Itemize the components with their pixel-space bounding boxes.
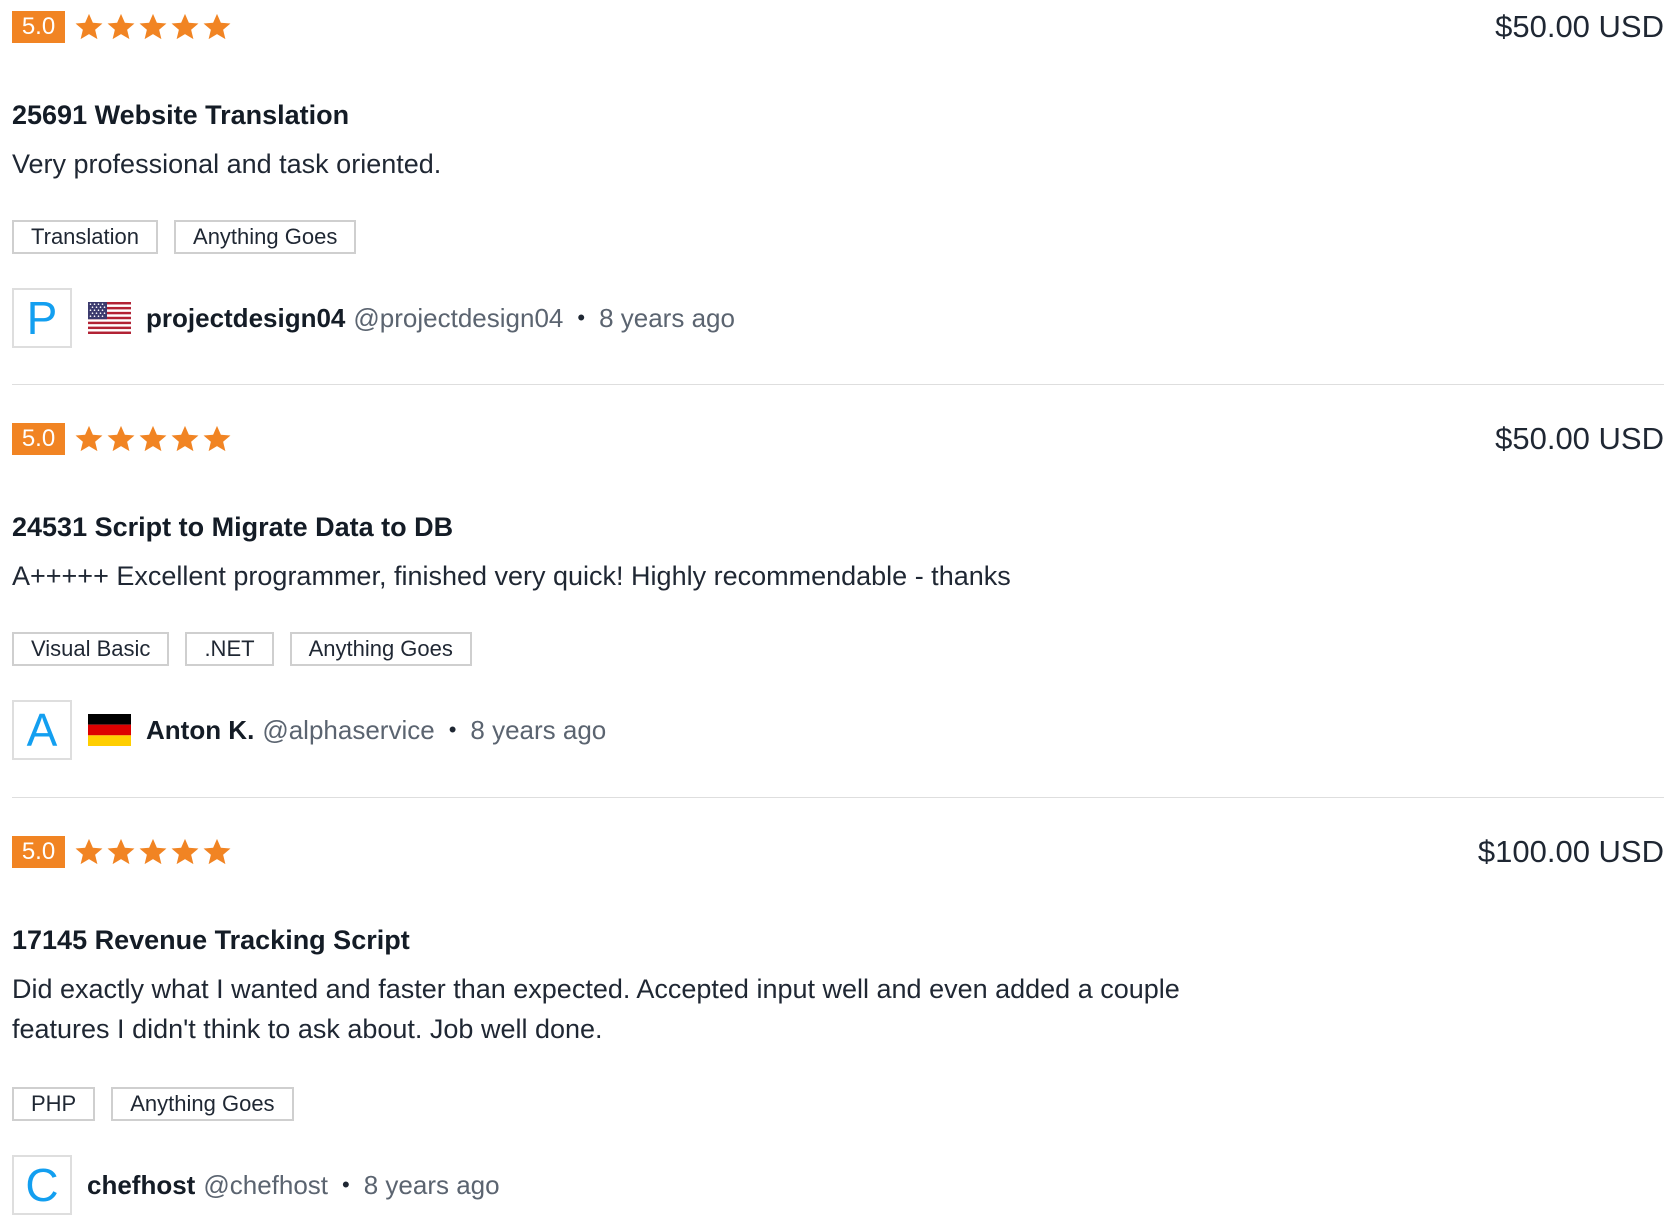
rating-score-badge: 5.0 xyxy=(12,423,65,455)
star-icon xyxy=(105,836,137,868)
reviewer-row: P projectdesign04 @projectdesign04 • 8 y… xyxy=(12,286,735,350)
project-price: $100.00 USD xyxy=(1477,834,1664,869)
review-card: 5.0 $50.00 USD 25691 Website Translation… xyxy=(12,9,1664,348)
separator-dot: • xyxy=(448,717,457,742)
skill-tag[interactable]: .NET xyxy=(185,632,274,666)
skill-tags: Translation Anything Goes xyxy=(12,220,372,254)
star-icon xyxy=(201,836,233,868)
skill-tags: Visual Basic .NET Anything Goes xyxy=(12,632,488,666)
project-title-link[interactable]: 24531 Script to Migrate Data to DB xyxy=(12,510,453,544)
germany-flag-icon xyxy=(88,714,131,746)
skill-tag[interactable]: Anything Goes xyxy=(111,1087,294,1121)
rating-row: 5.0 xyxy=(12,10,233,44)
reviewer-handle: @chefhost xyxy=(203,1169,329,1200)
star-rating xyxy=(73,836,233,868)
us-flag-icon xyxy=(88,302,131,334)
reviewer-row: A Anton K. @alphaservice • 8 years ago xyxy=(12,698,606,762)
separator-dot: • xyxy=(342,1172,350,1197)
reviewer-handle: @projectdesign04 xyxy=(353,302,564,333)
review-time: 8 years ago xyxy=(599,302,735,333)
star-icon xyxy=(73,423,105,455)
project-title-link[interactable]: 25691 Website Translation xyxy=(12,98,349,132)
reviewer-name-link[interactable]: projectdesign04 xyxy=(146,303,345,334)
review-card: 5.0 $50.00 USD 24531 Script to Migrate D… xyxy=(12,421,1664,760)
star-icon xyxy=(105,423,137,455)
star-icon xyxy=(169,423,201,455)
separator-dot: • xyxy=(577,305,586,330)
star-icon xyxy=(73,11,105,43)
rating-score-badge: 5.0 xyxy=(12,836,65,868)
star-icon xyxy=(201,11,233,43)
star-icon xyxy=(105,11,137,43)
skill-tag[interactable]: Translation xyxy=(12,220,159,254)
project-price: $50.00 USD xyxy=(1495,421,1664,456)
star-icon xyxy=(169,11,201,43)
project-price: $50.00 USD xyxy=(1495,9,1664,44)
star-rating xyxy=(73,11,233,43)
review-card: 5.0 $100.00 USD 17145 Revenue Tracking S… xyxy=(12,835,1664,1218)
avatar[interactable]: A xyxy=(12,700,72,760)
star-icon xyxy=(169,836,201,868)
star-rating xyxy=(73,423,233,455)
reviews-list: 5.0 $50.00 USD 25691 Website Translation… xyxy=(0,0,1676,1218)
project-title-link[interactable]: 17145 Revenue Tracking Script xyxy=(12,923,410,957)
star-icon xyxy=(201,423,233,455)
reviewer-handle: @alphaservice xyxy=(262,714,435,745)
avatar[interactable]: P xyxy=(12,288,72,348)
reviewer-name-link[interactable]: chefhost xyxy=(87,1170,195,1201)
skill-tag[interactable]: Visual Basic xyxy=(12,632,170,666)
skill-tags: PHP Anything Goes xyxy=(12,1087,310,1121)
review-comment: A+++++ Excellent programmer, finished ve… xyxy=(12,561,1011,591)
avatar[interactable]: C xyxy=(12,1155,72,1215)
star-icon xyxy=(137,836,169,868)
review-comment: Very professional and task oriented. xyxy=(12,149,442,179)
star-icon xyxy=(73,836,105,868)
review-time: 8 years ago xyxy=(363,1169,500,1200)
star-icon xyxy=(137,11,169,43)
rating-row: 5.0 xyxy=(12,835,233,869)
review-comment: Did exactly what I wanted and faster tha… xyxy=(12,974,1180,1044)
reviewer-name-link[interactable]: Anton K. xyxy=(146,715,254,746)
rating-row: 5.0 xyxy=(12,422,233,456)
star-icon xyxy=(137,423,169,455)
review-divider xyxy=(12,797,1664,798)
skill-tag[interactable]: PHP xyxy=(12,1087,96,1121)
skill-tag[interactable]: Anything Goes xyxy=(289,632,472,666)
rating-score-badge: 5.0 xyxy=(12,11,65,43)
reviewer-row: C chefhost @chefhost • 8 years ago xyxy=(12,1153,500,1217)
skill-tag[interactable]: Anything Goes xyxy=(174,220,357,254)
review-time: 8 years ago xyxy=(470,714,607,745)
review-divider xyxy=(12,384,1664,385)
